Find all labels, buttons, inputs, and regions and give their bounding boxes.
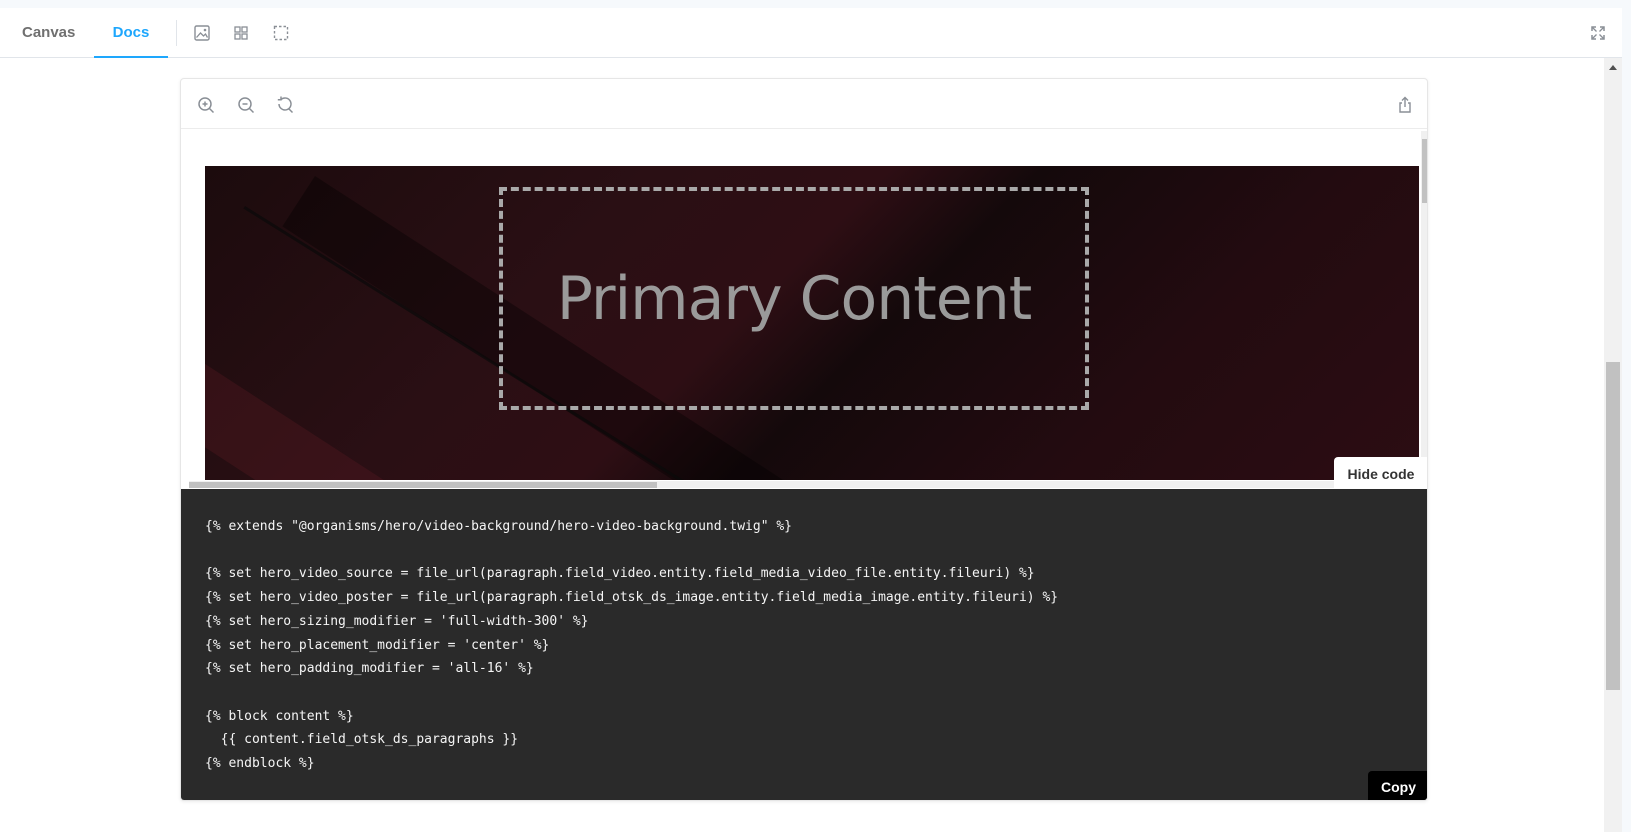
outline-icon[interactable] <box>270 22 292 44</box>
primary-content-label: Primary Content <box>556 263 1033 334</box>
hero-video-background: Primary Content <box>205 166 1419 480</box>
share-icon[interactable] <box>1394 94 1416 116</box>
grid-icon[interactable] <box>230 22 252 44</box>
preview-vertical-scrollbar[interactable] <box>1421 131 1427 480</box>
tab-canvas[interactable]: Canvas <box>22 8 75 58</box>
preview-toolbar <box>181 79 1427 129</box>
zoom-in-icon[interactable] <box>195 94 217 116</box>
page-scrollbar-thumb[interactable] <box>1606 362 1620 690</box>
hide-code-button[interactable]: Hide code <box>1334 457 1427 490</box>
fullscreen-icon[interactable] <box>1587 22 1609 44</box>
zoom-reset-icon[interactable] <box>274 94 296 116</box>
tab-docs[interactable]: Docs <box>94 8 168 59</box>
zoom-out-icon[interactable] <box>235 94 257 116</box>
story-preview: Primary Content Hide code {% extends "@o… <box>180 78 1428 801</box>
copy-button[interactable]: Copy <box>1368 771 1427 800</box>
image-icon[interactable] <box>191 22 213 44</box>
scroll-up-arrow-icon[interactable] <box>1609 65 1617 70</box>
primary-content-placeholder: Primary Content <box>499 187 1089 410</box>
preview-horizontal-scrollbar[interactable] <box>189 481 1421 488</box>
code-block: {% extends "@organisms/hero/video-backgr… <box>181 489 1427 800</box>
code-text: {% extends "@organisms/hero/video-backgr… <box>205 519 1059 772</box>
preview-vertical-scrollbar-thumb[interactable] <box>1422 139 1427 203</box>
toolbar-divider <box>176 20 177 46</box>
preview-horizontal-scrollbar-thumb[interactable] <box>189 482 657 488</box>
top-toolbar: Canvas Docs <box>0 8 1622 59</box>
